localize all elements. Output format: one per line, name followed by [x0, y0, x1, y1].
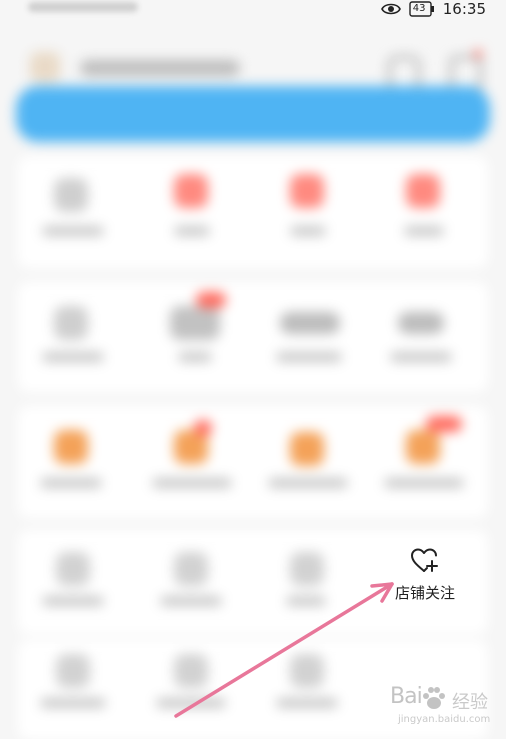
tile-label: [390, 352, 452, 362]
tile-label: [40, 478, 102, 488]
tile-icon: [290, 654, 324, 688]
tile-label: [174, 226, 210, 236]
tile-label: [276, 352, 342, 362]
tile-badge: [194, 420, 212, 436]
watermark-brand: Bai: [390, 684, 423, 709]
tile-badge: [426, 416, 462, 432]
shop-avatar: [30, 52, 60, 82]
clock: 16:35: [442, 0, 486, 18]
tile-icon: [290, 432, 324, 466]
message-icon: [388, 56, 420, 90]
tile-label: [160, 596, 222, 606]
tile-icon: [290, 552, 324, 586]
tile-label: [40, 698, 106, 708]
tile-label: [290, 226, 326, 236]
store-follow-label: 店铺关注: [394, 584, 455, 602]
menu-card-1: [18, 156, 488, 268]
tile-icon: [174, 552, 208, 586]
tile-icon: [174, 654, 208, 688]
tile-icon: [56, 552, 90, 586]
tile-label: [42, 352, 104, 362]
tile-label: [178, 352, 212, 362]
tile-icon: [290, 174, 324, 208]
tile-icon: [54, 178, 88, 212]
tile-icon: [54, 430, 88, 464]
tile-label: [156, 698, 226, 708]
menu-card-3: [18, 406, 488, 518]
tile-label: [276, 698, 338, 708]
tile-label: [384, 478, 464, 488]
tile-icon: [54, 306, 88, 340]
heart-plus-icon: [411, 548, 439, 574]
baidu-watermark: Bai 经验 jingyan.baidu.com: [384, 682, 496, 734]
tile-icon: [406, 430, 440, 464]
tile-label: [152, 478, 232, 488]
tile-icon: [406, 174, 440, 208]
blurred-app-content: [0, 18, 506, 739]
promo-banner: [16, 86, 490, 142]
tile-label: [286, 596, 326, 606]
tile-icon: [170, 306, 220, 340]
shop-name-blurred: [80, 60, 240, 76]
tile-badge: [196, 292, 226, 308]
app-header: [0, 30, 506, 90]
paw-icon: [420, 684, 448, 712]
battery-level: 43: [412, 3, 426, 14]
status-indicators: 43 16:35: [380, 0, 486, 18]
tile-icon: [280, 312, 340, 334]
notification-dot: [474, 50, 482, 58]
watermark-brand-cn: 经验: [452, 692, 488, 713]
tile-label: [42, 226, 104, 236]
store-follow-button[interactable]: 店铺关注: [388, 546, 462, 606]
eye-icon: [380, 2, 401, 16]
menu-card-2: [18, 282, 488, 392]
tile-icon: [56, 654, 90, 688]
watermark-url: jingyan.baidu.com: [398, 714, 491, 725]
tile-label: [268, 478, 348, 488]
status-bar: 43 16:35: [0, 0, 506, 18]
tile-icon: [174, 174, 208, 208]
status-carrier-blurred: [28, 2, 138, 12]
battery-icon: 43: [409, 1, 435, 17]
more-icon: [450, 56, 482, 90]
tile-label: [42, 596, 104, 606]
tile-icon: [398, 312, 444, 334]
tile-label: [404, 226, 444, 236]
